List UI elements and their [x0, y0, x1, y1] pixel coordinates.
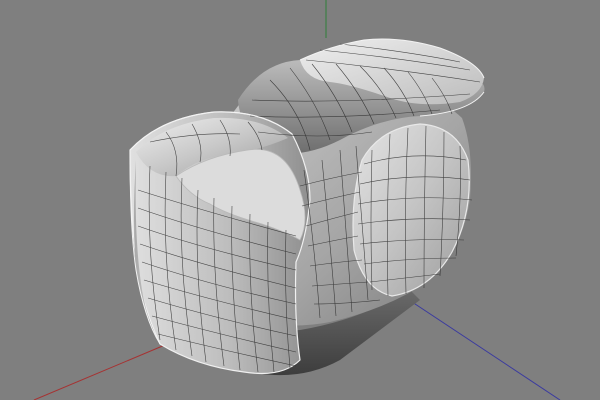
3d-viewport[interactable]: [0, 0, 600, 400]
viewport-canvas[interactable]: [0, 0, 600, 400]
